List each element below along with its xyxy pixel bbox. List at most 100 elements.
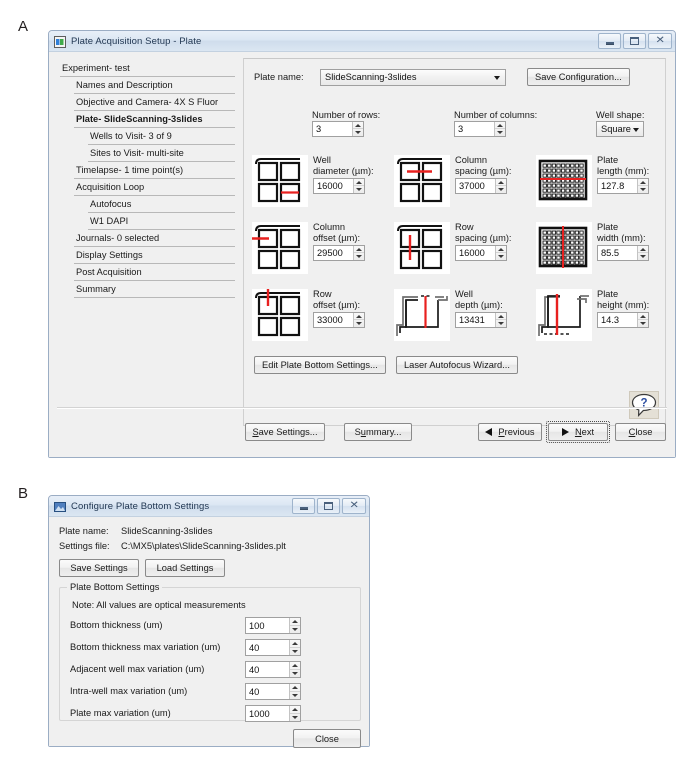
spin-down-icon[interactable] bbox=[290, 670, 300, 678]
close-button-footer[interactable]: Close bbox=[615, 423, 666, 441]
close-button[interactable]: ✕ bbox=[342, 498, 366, 514]
plate-max-variation-spin-buttons[interactable] bbox=[289, 706, 300, 721]
plate-name-combobox[interactable]: SlideScanning-3slides bbox=[320, 68, 506, 86]
spin-down-icon[interactable] bbox=[638, 253, 648, 260]
previous-button[interactable]: Previous bbox=[478, 423, 542, 441]
sidebar-item-names-and-description[interactable]: Names and Description bbox=[74, 77, 235, 94]
close-button-b[interactable]: Close bbox=[293, 729, 361, 748]
spin-up-icon[interactable] bbox=[354, 179, 364, 186]
sidebar-item-display-settings[interactable]: Display Settings bbox=[74, 247, 235, 264]
sidebar-item-post-acquisition[interactable]: Post Acquisition bbox=[74, 264, 235, 281]
spin-down-icon[interactable] bbox=[354, 320, 364, 327]
number-of-rows-stepper[interactable]: 3 bbox=[312, 121, 364, 137]
adjacent-well-max-variation-stepper[interactable]: 40 bbox=[245, 661, 301, 678]
laser-autofocus-wizard-button[interactable]: Laser Autofocus Wizard... bbox=[396, 356, 518, 374]
sidebar-item-w1-dapi[interactable]: W1 DAPI bbox=[88, 213, 235, 230]
spin-up-icon[interactable] bbox=[290, 662, 300, 670]
bottom-thickness-max-variation-stepper[interactable]: 40 bbox=[245, 639, 301, 656]
spin-down-icon[interactable] bbox=[638, 320, 648, 327]
spin-down-icon[interactable] bbox=[496, 320, 506, 327]
intra-well-max-variation-stepper[interactable]: 40 bbox=[245, 683, 301, 700]
spin-up-icon[interactable] bbox=[290, 706, 300, 714]
save-configuration-button[interactable]: Save Configuration... bbox=[527, 68, 630, 86]
row-spacing-spin-buttons[interactable] bbox=[495, 246, 506, 260]
bottom-thickness-spin-buttons[interactable] bbox=[289, 618, 300, 633]
spin-down-icon[interactable] bbox=[496, 253, 506, 260]
save-settings-button-b[interactable]: Save Settings bbox=[59, 559, 139, 577]
window-a-titlebar[interactable]: Plate Acquisition Setup - Plate ✕ bbox=[49, 31, 675, 52]
adjacent-well-max-variation-spin-buttons[interactable] bbox=[289, 662, 300, 677]
window-b-titlebar[interactable]: Configure Plate Bottom Settings ✕ bbox=[49, 496, 369, 517]
spin-down-icon[interactable] bbox=[496, 186, 506, 193]
column-spacing-spin-buttons[interactable] bbox=[495, 179, 506, 193]
edit-plate-bottom-settings-button[interactable]: Edit Plate Bottom Settings... bbox=[254, 356, 386, 374]
bottom-thickness-stepper[interactable]: 100 bbox=[245, 617, 301, 634]
plate-height-stepper[interactable]: 14.3 bbox=[597, 312, 649, 328]
sidebar-item-plate[interactable]: Plate- SlideScanning-3slides bbox=[74, 111, 235, 128]
spin-up-icon[interactable] bbox=[496, 179, 506, 186]
spin-up-icon[interactable] bbox=[354, 246, 364, 253]
sidebar-item-journals[interactable]: Journals- 0 selected bbox=[74, 230, 235, 247]
next-button[interactable]: Next bbox=[548, 423, 608, 441]
maximize-button[interactable] bbox=[623, 33, 646, 49]
spin-down-icon[interactable] bbox=[638, 186, 648, 193]
spin-up-icon[interactable] bbox=[496, 313, 506, 320]
plate-length-stepper[interactable]: 127.8 bbox=[597, 178, 649, 194]
bottom-thickness-max-variation-spin-buttons[interactable] bbox=[289, 640, 300, 655]
spin-down-icon[interactable] bbox=[495, 129, 505, 136]
number-of-rows-spin-buttons[interactable] bbox=[352, 122, 363, 136]
sidebar-item-objective-and-camera[interactable]: Objective and Camera- 4X S Fluor bbox=[74, 94, 235, 111]
plate-height-spin-buttons[interactable] bbox=[637, 313, 648, 327]
load-settings-button-b[interactable]: Load Settings bbox=[145, 559, 225, 577]
column-offset-spin-buttons[interactable] bbox=[353, 246, 364, 260]
well-diameter-spin-buttons[interactable] bbox=[353, 179, 364, 193]
spin-down-icon[interactable] bbox=[290, 648, 300, 656]
spin-up-icon[interactable] bbox=[290, 618, 300, 626]
spin-up-icon[interactable] bbox=[638, 246, 648, 253]
spin-up-icon[interactable] bbox=[354, 313, 364, 320]
sidebar-item-wells-to-visit[interactable]: Wells to Visit- 3 of 9 bbox=[88, 128, 235, 145]
well-depth-spin-buttons[interactable] bbox=[495, 313, 506, 327]
spin-up-icon[interactable] bbox=[495, 122, 505, 129]
sidebar-item-experiment[interactable]: Experiment- test bbox=[60, 60, 235, 77]
plate-length-spin-buttons[interactable] bbox=[637, 179, 648, 193]
well-shape-combobox[interactable]: Square bbox=[596, 121, 644, 137]
minimize-button[interactable] bbox=[598, 33, 621, 49]
column-offset-stepper[interactable]: 29500 bbox=[313, 245, 365, 261]
sidebar-item-timelapse[interactable]: Timelapse- 1 time point(s) bbox=[74, 162, 235, 179]
spin-down-icon[interactable] bbox=[353, 129, 363, 136]
spin-down-icon[interactable] bbox=[290, 626, 300, 634]
row-spacing-stepper[interactable]: 16000 bbox=[455, 245, 507, 261]
plate-width-stepper[interactable]: 85.5 bbox=[597, 245, 649, 261]
maximize-button[interactable] bbox=[317, 498, 340, 514]
well-depth-stepper[interactable]: 13431 bbox=[455, 312, 507, 328]
intra-well-max-variation-spin-buttons[interactable] bbox=[289, 684, 300, 699]
close-button[interactable]: ✕ bbox=[648, 33, 672, 49]
spin-down-icon[interactable] bbox=[354, 186, 364, 193]
sidebar-item-summary[interactable]: Summary bbox=[74, 281, 235, 298]
spin-up-icon[interactable] bbox=[638, 313, 648, 320]
row-offset-spin-buttons[interactable] bbox=[353, 313, 364, 327]
well-diameter-stepper[interactable]: 16000 bbox=[313, 178, 365, 194]
plate-width-spin-buttons[interactable] bbox=[637, 246, 648, 260]
spin-up-icon[interactable] bbox=[290, 640, 300, 648]
spin-up-icon[interactable] bbox=[290, 684, 300, 692]
save-settings-button[interactable]: Save Settings... bbox=[245, 423, 325, 441]
number-of-columns-spin-buttons[interactable] bbox=[494, 122, 505, 136]
plate-max-variation-stepper[interactable]: 1000 bbox=[245, 705, 301, 722]
row-offset-stepper[interactable]: 33000 bbox=[313, 312, 365, 328]
sidebar-item-acquisition-loop[interactable]: Acquisition Loop bbox=[74, 179, 235, 196]
minimize-button[interactable] bbox=[292, 498, 315, 514]
number-of-columns-stepper[interactable]: 3 bbox=[454, 121, 506, 137]
spin-up-icon[interactable] bbox=[353, 122, 363, 129]
spin-down-icon[interactable] bbox=[290, 692, 300, 700]
sidebar-item-sites-to-visit[interactable]: Sites to Visit- multi-site bbox=[88, 145, 235, 162]
spin-up-icon[interactable] bbox=[638, 179, 648, 186]
spin-down-icon[interactable] bbox=[354, 253, 364, 260]
column-spacing-stepper[interactable]: 37000 bbox=[455, 178, 507, 194]
spin-up-icon[interactable] bbox=[496, 246, 506, 253]
well-shape-label: Well shape: bbox=[596, 110, 645, 120]
spin-down-icon[interactable] bbox=[290, 714, 300, 722]
summary-button[interactable]: Su mmary... bbox=[344, 423, 412, 441]
sidebar-item-autofocus[interactable]: Autofocus bbox=[88, 196, 235, 213]
